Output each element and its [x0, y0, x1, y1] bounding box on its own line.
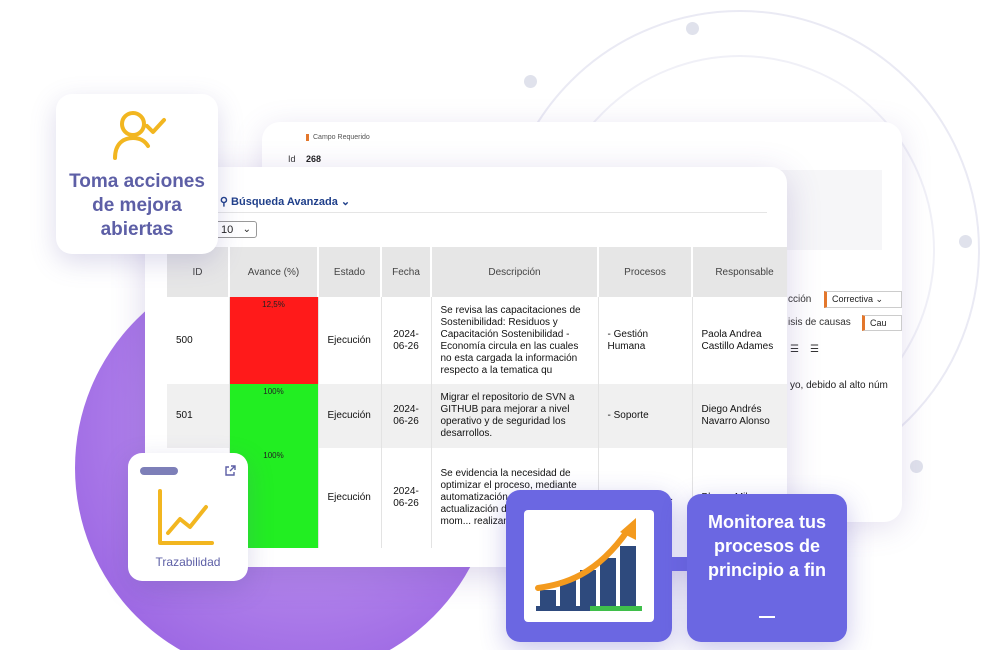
monitor-processes-text: Monitorea tus procesos de principio a fi… [707, 512, 826, 580]
cause-analysis-value: Cau [870, 318, 887, 328]
decorative-dot [910, 460, 923, 473]
decorative-dot [524, 75, 537, 88]
search-icon: ⚲ [219, 196, 228, 208]
column-header-status[interactable]: Estado [318, 247, 382, 297]
id-label: Id [288, 154, 296, 164]
decorative-pill [140, 467, 178, 475]
column-header-id[interactable]: ID [167, 247, 230, 297]
page-size-select[interactable]: 10 ⌄ [215, 221, 257, 238]
cell-id: 501 [167, 384, 230, 448]
growth-chart-panel [524, 510, 654, 622]
progress-label: 100% [263, 387, 284, 396]
traceability-label: Trazabilidad [155, 555, 221, 569]
growth-chart-icon [535, 518, 642, 611]
advanced-search-label: Búsqueda Avanzada [231, 196, 338, 208]
cause-analysis-select[interactable]: Cau [862, 315, 902, 331]
table-header-row: ID Avance (%) Estado Fecha Descripción P… [167, 247, 787, 297]
column-header-description[interactable]: Descripción [431, 247, 599, 297]
progress-fill [229, 297, 318, 384]
advanced-search-link[interactable]: ⚲ Búsqueda Avanzada ⌄ [220, 196, 350, 208]
cell-description: Se revisa las capacitaciones de Sostenib… [431, 297, 599, 384]
chevron-down-icon: ⌄ [242, 224, 251, 235]
cell-process: - Gestión Humana [598, 297, 693, 384]
cell-id: 500 [167, 297, 230, 384]
cell-status: Ejecución [318, 297, 382, 384]
chevron-down-icon: ⌄ [340, 196, 351, 208]
growth-chart-card [506, 490, 672, 642]
chevron-down-icon: ⌄ [875, 294, 884, 304]
toolbar: tar|⚲ Búsqueda Avanzada ⌄ [195, 195, 350, 208]
column-header-date[interactable]: Fecha [381, 247, 432, 297]
action-type-value: Correctiva [832, 294, 874, 304]
cell-date: 2024-06-26 [381, 448, 432, 548]
cell-date: 2024-06-26 [381, 384, 432, 448]
line-chart-icon [158, 489, 214, 545]
cell-description: Migrar el repositorio de SVN a GITHUB pa… [431, 384, 599, 448]
cell-progress: 12,5% [229, 297, 319, 384]
required-field-note: Campo Requerido [306, 134, 370, 141]
decorative-dot [686, 22, 699, 35]
progress-label: 12,5% [262, 300, 285, 309]
divider [195, 212, 767, 213]
cell-owner: Paola Andrea Castillo Adames [692, 297, 787, 384]
improvement-actions-text: Toma acciones de mejora abiertas [69, 171, 205, 240]
align-left-icon[interactable]: ☰ [790, 344, 799, 355]
monitor-processes-card: Monitorea tus procesos de principio a fi… [687, 494, 847, 642]
external-link-icon[interactable] [224, 465, 236, 477]
cell-process: - Soporte [598, 384, 693, 448]
action-type-select[interactable]: Correctiva ⌄ [824, 291, 902, 308]
column-header-processes[interactable]: Procesos [598, 247, 693, 297]
cause-analysis-label: isis de causas [788, 317, 851, 328]
cell-status: Ejecución [318, 384, 382, 448]
decorative-dot [959, 235, 972, 248]
traceability-card: Trazabilidad [128, 453, 248, 581]
id-value: 268 [306, 154, 322, 164]
cell-progress: 100% [229, 384, 319, 448]
action-type-label: cción [788, 294, 812, 305]
editor-text: yo, debido al alto núm [790, 380, 888, 391]
column-header-progress[interactable]: Avance (%) [229, 247, 319, 297]
user-check-icon [113, 111, 166, 160]
improvement-actions-card: Toma acciones de mejora abiertas [56, 94, 218, 254]
table-row[interactable]: 500 12,5% Ejecución 2024-06-26 Se revisa… [167, 297, 787, 384]
justify-icon[interactable]: ☰ [810, 344, 819, 355]
page-size-value: 10 [221, 223, 234, 236]
column-header-owner[interactable]: Responsable [692, 247, 787, 297]
cell-status: Ejecución [318, 448, 382, 548]
cell-owner: Diego Andrés Navarro Alonso [692, 384, 787, 448]
decorative-dash [759, 616, 775, 618]
cell-date: 2024-06-26 [381, 297, 432, 384]
table-row[interactable]: 501 100% Ejecución 2024-06-26 Migrar el … [167, 384, 787, 448]
